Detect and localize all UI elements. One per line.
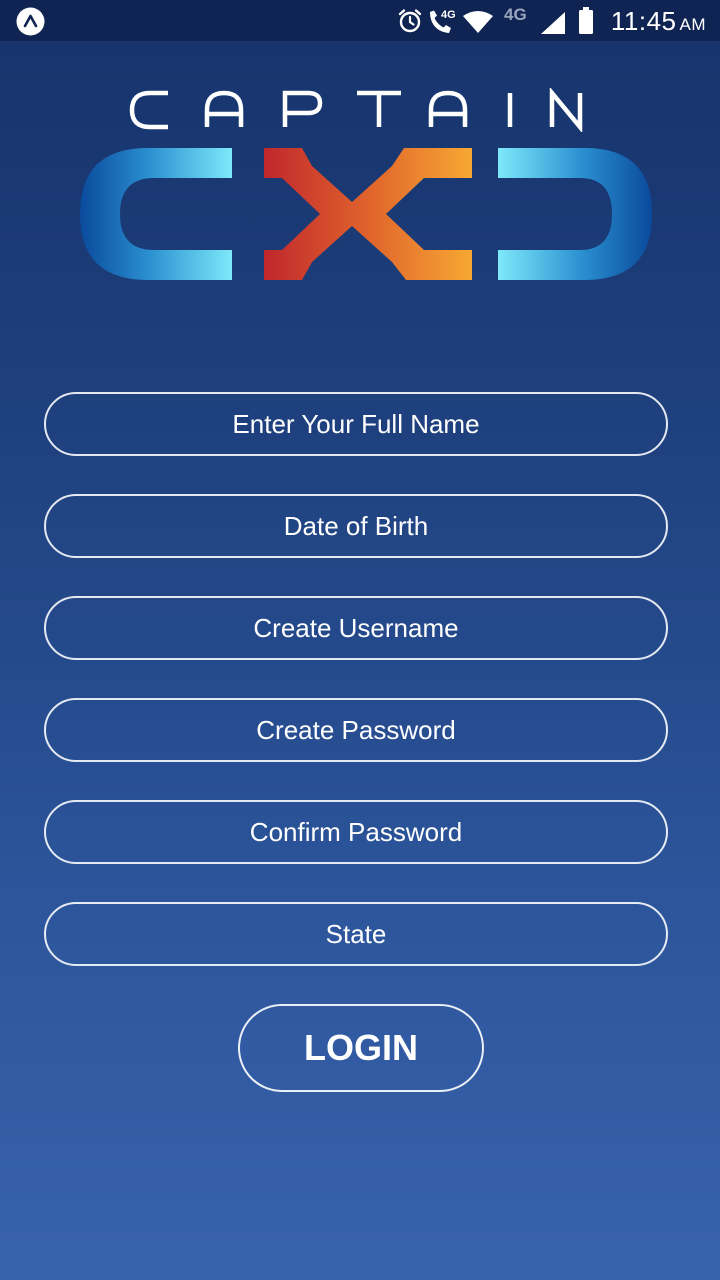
network-type-label: 4G (441, 9, 456, 21)
state-input[interactable] (44, 902, 668, 966)
full-name-input[interactable] (44, 392, 668, 456)
status-bar: 4G 4G 11:45 AM (0, 0, 720, 41)
username-input[interactable] (44, 596, 668, 660)
confirm-password-input[interactable] (44, 800, 668, 864)
password-input[interactable] (44, 698, 668, 762)
captain-cxd-logo (80, 88, 655, 288)
wifi-icon (463, 11, 493, 33)
cell-signal-icon (541, 12, 565, 34)
clock-ampm: AM (679, 15, 706, 34)
status-clock: 11:45 AM (611, 6, 706, 37)
date-of-birth-input[interactable] (44, 494, 668, 558)
logo-wordmark (129, 88, 583, 132)
alarm-icon (398, 9, 422, 33)
network-type-label-secondary: 4G (504, 5, 527, 24)
clock-time: 11:45 (610, 6, 677, 36)
login-button[interactable]: LOGIN (238, 1004, 484, 1092)
app-badge-icon (16, 7, 45, 36)
logo-mark (80, 148, 652, 280)
battery-icon (579, 7, 593, 34)
